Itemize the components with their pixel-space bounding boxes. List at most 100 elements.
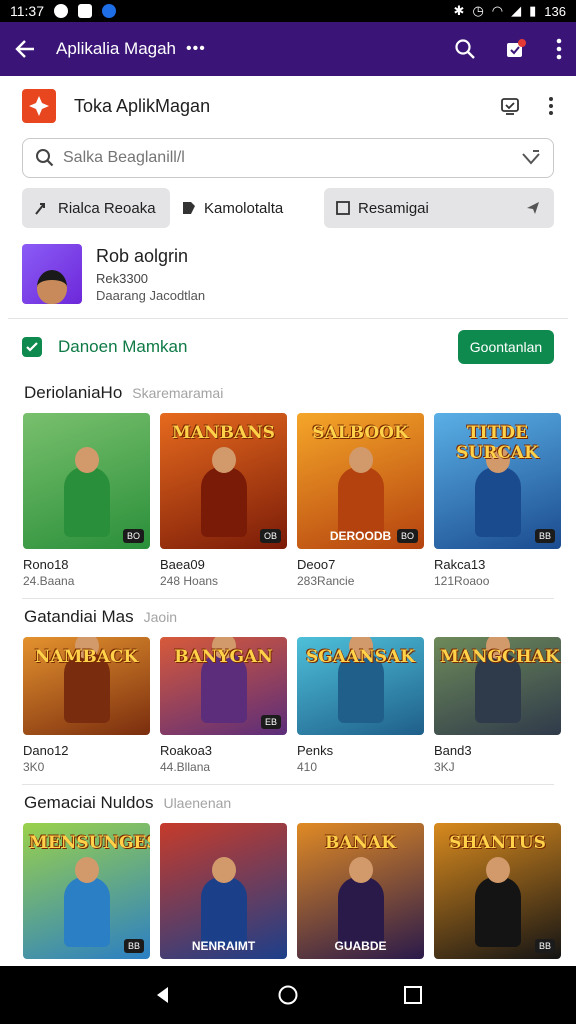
game-sections: DeriolaniaHo Skaremaramai BO Rono18 24.Baana… xyxy=(8,383,568,959)
game-card[interactable]: TITDE SURCAK BB Rakca13 121Roaoo xyxy=(434,413,561,588)
search-input[interactable] xyxy=(63,149,521,167)
character-figure xyxy=(200,857,247,947)
check-icon[interactable] xyxy=(22,337,42,357)
game-grid: BO Rono18 24.Baana MANBANS OB Baea09 248 Hoans… xyxy=(8,413,568,588)
game-name: Penks xyxy=(297,743,334,758)
game-thumbnail[interactable]: BANAK GUABDE xyxy=(297,823,424,959)
filter-icon[interactable] xyxy=(521,148,541,168)
chip-popular[interactable]: Rialca Reoaka xyxy=(22,188,170,228)
search-field-icon xyxy=(36,149,54,167)
notification-icon xyxy=(54,4,68,18)
game-name: Roakoa3 xyxy=(160,743,213,758)
game-card[interactable]: BANYGAN EB Roakoa3 44.Bllana xyxy=(160,637,287,774)
more-vert-icon[interactable] xyxy=(548,96,554,116)
trending-icon xyxy=(35,203,45,215)
chip-category[interactable]: Kamolotalta xyxy=(170,188,320,228)
notification-bell-icon[interactable] xyxy=(504,37,528,61)
game-meta: 24.Baana xyxy=(23,574,75,588)
profile-name: Rob aolgrin xyxy=(96,245,189,266)
game-banner-text: BANAK xyxy=(324,833,397,853)
game-card[interactable]: BANAK GUABDE xyxy=(297,823,424,959)
game-card[interactable]: MANGCHAK Band3 3KJ xyxy=(434,637,561,774)
shield-icon xyxy=(102,4,116,18)
title-more-icon[interactable]: ••• xyxy=(186,40,206,58)
chip-label: Kamolotalta xyxy=(204,199,284,217)
game-badge: OB xyxy=(259,529,281,543)
gallery-icon xyxy=(78,4,92,18)
game-thumbnail[interactable]: TITDE SURCAK BB xyxy=(434,413,561,549)
chip-label: Rialca Reoaka xyxy=(58,199,156,217)
game-name: Rakca13 xyxy=(434,557,486,572)
game-card[interactable]: MENSUNGES BB xyxy=(23,823,150,959)
game-thumbnail[interactable]: BANYGAN EB xyxy=(160,637,287,735)
nav-back-icon[interactable] xyxy=(153,985,173,1005)
game-banner-text: TITDE SURCAK xyxy=(456,423,539,463)
section-divider xyxy=(22,784,554,785)
game-thumbnail[interactable]: MANGCHAK xyxy=(434,637,561,735)
tv-check-icon[interactable] xyxy=(500,96,520,116)
app-bar: Aplikalia Magah ••• xyxy=(0,22,576,76)
game-name: Dano12 xyxy=(23,743,69,758)
appbar-title: Aplikalia Magah xyxy=(56,39,177,58)
game-thumbnail[interactable]: SALBOOK DEROODB BO xyxy=(297,413,424,549)
game-banner-text: MANBANS xyxy=(172,423,275,443)
game-card[interactable]: SGAANSAK Penks 410 xyxy=(297,637,424,774)
app-logo-icon xyxy=(22,89,56,123)
battery-level: 136 xyxy=(544,3,566,19)
search-icon[interactable] xyxy=(454,38,476,60)
profile-row[interactable]: Rob aolgrin Rek3300 Daarang Jacodtlan xyxy=(8,228,568,304)
profile-id: Rek3300 xyxy=(96,270,149,286)
game-name: Band3 xyxy=(434,743,472,758)
section-subtitle: Skaremaramai xyxy=(132,385,224,401)
game-thumbnail[interactable]: NENRAIMT xyxy=(160,823,287,959)
game-card[interactable]: NENRAIMT xyxy=(160,823,287,959)
game-name: Baea09 xyxy=(160,557,205,572)
recommend-label: Danoen Mamkan xyxy=(58,337,188,356)
game-thumbnail[interactable]: SGAANSAK xyxy=(297,637,424,735)
section-divider xyxy=(22,598,554,599)
game-banner-text: SGAANSAK xyxy=(306,647,415,667)
game-thumbnail[interactable]: NAMBACK xyxy=(23,637,150,735)
game-card[interactable]: SHANTUS BB xyxy=(434,823,561,959)
recommend-button[interactable]: Goontanlan xyxy=(458,330,554,364)
game-card[interactable]: NAMBACK Dano12 3K0 xyxy=(23,637,150,774)
square-icon xyxy=(336,201,350,215)
game-banner-text: MENSUNGES xyxy=(29,833,150,853)
game-thumbnail[interactable]: SHANTUS BB xyxy=(434,823,561,959)
game-banner-text: MANGCHAK xyxy=(440,647,560,667)
wifi-icon: ◠ xyxy=(491,3,504,18)
game-thumbnail[interactable]: BO xyxy=(23,413,150,549)
game-banner-text: SALBOOK xyxy=(312,423,409,443)
overflow-menu-icon[interactable] xyxy=(556,38,562,60)
game-meta: 121Roaoo xyxy=(434,574,490,588)
back-arrow-icon[interactable] xyxy=(14,38,36,60)
character-figure xyxy=(337,447,384,537)
chip-recommend[interactable]: Resamigai xyxy=(324,188,554,228)
character-figure xyxy=(200,447,247,537)
tag-icon xyxy=(183,202,195,214)
section-subtitle: Jaoin xyxy=(143,609,178,625)
profile-subtitle: Daarang Jacodtlan xyxy=(96,287,206,303)
game-card[interactable]: MANBANS OB Baea09 248 Hoans xyxy=(160,413,287,588)
game-caption: GUABDE xyxy=(334,939,387,953)
search-bar[interactable] xyxy=(22,138,554,178)
pin-icon[interactable] xyxy=(524,199,542,217)
game-badge: BB xyxy=(534,939,555,953)
nav-recents-icon[interactable] xyxy=(403,985,423,1005)
game-card[interactable]: SALBOOK DEROODB BO Deoo7 283Rancie xyxy=(297,413,424,588)
status-time: 11:37 xyxy=(10,3,44,19)
nav-home-icon[interactable] xyxy=(278,985,298,1005)
game-meta: 3KJ xyxy=(434,760,455,774)
game-badge: BO xyxy=(122,529,144,543)
game-thumbnail[interactable]: MENSUNGES BB xyxy=(23,823,150,959)
character-figure xyxy=(63,857,110,947)
game-name: Rono18 xyxy=(23,557,69,572)
game-meta: 248 Hoans xyxy=(160,574,219,588)
section-title: Gatandiai Mas xyxy=(24,607,134,626)
game-thumbnail[interactable]: MANBANS OB xyxy=(160,413,287,549)
section-header: Gatandiai Mas Jaoin xyxy=(8,607,568,627)
character-figure xyxy=(474,447,521,537)
game-card[interactable]: BO Rono18 24.Baana xyxy=(23,413,150,588)
system-nav-bar xyxy=(0,966,576,1024)
game-badge: EB xyxy=(260,715,281,729)
